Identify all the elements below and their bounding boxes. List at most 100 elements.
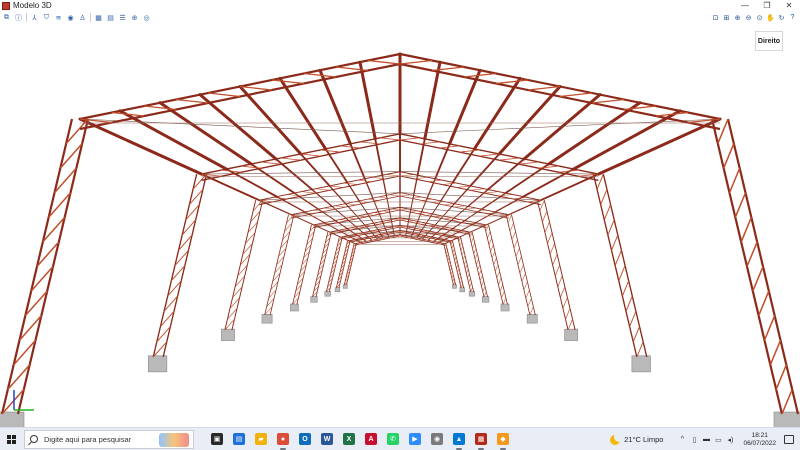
taskbar-app-chrome[interactable]: ● <box>272 428 294 450</box>
column-lacing <box>562 297 568 309</box>
zoom-in-icon[interactable]: ⊕ <box>733 13 742 22</box>
system-tray: 21°C Limpo ^ ▯ ▬ ▭ ◂) 18:21 06/07/2022 <box>610 428 800 450</box>
rafter-lacing <box>175 98 209 104</box>
taskbar-app-zoom[interactable]: ▶ <box>404 428 426 450</box>
title-bar[interactable]: Modelo 3D — ❐ ✕ <box>0 0 800 11</box>
grid-icon[interactable]: ▦ <box>94 13 103 22</box>
taskbar-app-photos[interactable]: ▲ <box>448 428 470 450</box>
rafter-lacing <box>421 223 429 225</box>
taskbar-app-outlook[interactable]: O <box>294 428 316 450</box>
column-lacing <box>600 189 608 205</box>
network-icon[interactable]: ▭ <box>713 436 723 444</box>
window-title: Modelo 3D <box>13 1 52 10</box>
rafter-lacing <box>415 234 421 236</box>
column-lacing <box>469 282 472 288</box>
copy-icon[interactable]: ⧉ <box>2 13 11 22</box>
zoom-prev-icon[interactable]: ⊙ <box>755 13 764 22</box>
table-icon[interactable]: ▤ <box>106 13 115 22</box>
rafter-lacing <box>312 210 324 212</box>
purlin-beam <box>408 208 412 221</box>
direction-view-button[interactable]: Direito <box>755 31 783 51</box>
column-lacing <box>515 248 520 257</box>
rafter-lacing <box>301 191 316 194</box>
axes-icon[interactable]: ⅄ <box>30 13 39 22</box>
device-icon[interactable]: ▯ <box>689 436 699 444</box>
taskbar-app-excel[interactable]: X <box>338 428 360 450</box>
column-lacing <box>621 280 630 297</box>
column-lacing <box>488 238 492 245</box>
orange-app-icon: ◆ <box>497 433 509 445</box>
rafter-lacing <box>591 98 625 104</box>
concrete-footing <box>342 284 348 289</box>
column-lacing <box>462 255 466 261</box>
rotate-icon[interactable]: ↻ <box>777 13 786 22</box>
concrete-footing <box>481 296 490 303</box>
zoom-window-icon[interactable]: ⊡ <box>711 13 720 22</box>
start-button[interactable] <box>0 428 22 450</box>
zoom-all-icon[interactable]: ⊞ <box>722 13 731 22</box>
column-lacing <box>495 264 499 272</box>
pan-icon[interactable]: ✋ <box>766 13 775 22</box>
taskbar-app-explorer[interactable]: ▰ <box>250 428 272 450</box>
rafter-lacing <box>360 141 381 145</box>
taskbar-search[interactable]: Digite aqui para pesquisar <box>24 429 194 449</box>
column-lacing <box>547 232 553 244</box>
explorer-icon: ▰ <box>255 433 267 445</box>
column-lacing <box>521 273 526 282</box>
notification-icon[interactable] <box>784 435 794 444</box>
rafter-lacing <box>394 231 401 233</box>
taskbar-app-word[interactable]: W <box>316 428 338 450</box>
rafter-lacing <box>410 196 422 199</box>
zoom-out-icon[interactable]: ⊖ <box>744 13 753 22</box>
column-lacing <box>498 277 502 285</box>
layers-icon[interactable]: ≋ <box>54 13 63 22</box>
rafter-lacing <box>399 208 409 211</box>
taskbar-app-whatsapp[interactable]: ✆ <box>382 428 404 450</box>
battery-icon[interactable]: ▬ <box>701 436 711 443</box>
column-lacing <box>611 234 619 251</box>
list-icon[interactable]: ☰ <box>118 13 127 22</box>
taskbar-app-orange-app[interactable]: ◆ <box>492 428 514 450</box>
rafter-lacing <box>399 194 411 197</box>
taskbar-app-webcam[interactable]: ◉ <box>426 428 448 450</box>
rafter-lacing <box>498 194 513 197</box>
view-eye-icon[interactable]: ◎ <box>142 13 151 22</box>
column-lacing <box>463 259 467 265</box>
rafter-lacing <box>143 105 177 111</box>
person-icon[interactable]: ♙ <box>78 13 87 22</box>
info-icon[interactable]: ⓘ <box>14 13 23 22</box>
purlin-beam <box>423 60 442 141</box>
model-viewport[interactable]: Direito <box>0 24 800 427</box>
help-icon[interactable]: ? <box>788 13 797 22</box>
structural-app-icon: ▦ <box>475 433 487 445</box>
rafter-lacing <box>391 208 401 211</box>
minimize-button[interactable]: — <box>734 0 756 11</box>
purlin-beam <box>390 219 394 228</box>
eye-icon[interactable]: ◉ <box>66 13 75 22</box>
rafter-lacing <box>365 214 375 216</box>
clock-date: 06/07/2022 <box>743 439 776 447</box>
restore-button[interactable]: ❐ <box>756 0 778 11</box>
concrete-footing <box>459 287 465 293</box>
word-icon: W <box>321 433 333 445</box>
column-lacing <box>465 264 468 270</box>
taskbar-app-store[interactable]: ▤ <box>228 428 250 450</box>
globe-icon[interactable]: ⊕ <box>130 13 139 22</box>
rafter-lacing <box>369 236 375 238</box>
concrete-footing <box>147 355 168 373</box>
close-button[interactable]: ✕ <box>778 0 800 11</box>
excel-icon: X <box>343 433 355 445</box>
rafter-lacing <box>479 153 500 157</box>
column-lacing <box>502 297 507 305</box>
volume-icon[interactable]: ◂) <box>725 436 735 444</box>
concrete-footing <box>526 314 538 324</box>
rafter-lacing <box>443 217 452 220</box>
photos-icon: ▲ <box>453 433 465 445</box>
taskbar-app-structural-app[interactable]: ▦ <box>470 428 492 450</box>
weather-widget[interactable]: 21°C Limpo <box>610 434 663 445</box>
taskbar-app-autocad[interactable]: A <box>360 428 382 450</box>
shield-icon[interactable]: ⛉ <box>42 13 51 22</box>
chevron-up-icon[interactable]: ^ <box>677 436 687 443</box>
taskbar-app-taskview[interactable]: ▣ <box>206 428 228 450</box>
clock[interactable]: 18:21 06/07/2022 <box>743 432 776 448</box>
